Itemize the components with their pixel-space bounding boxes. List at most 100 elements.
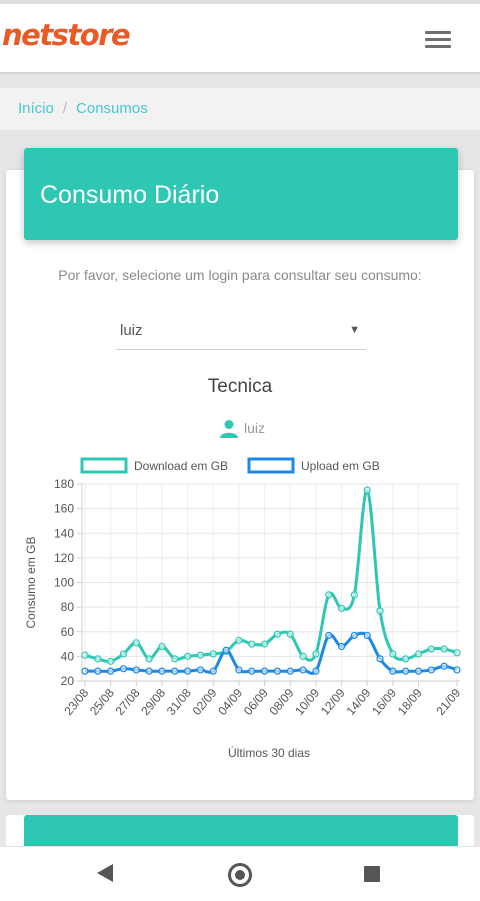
data-point-upload [171,667,179,675]
data-point-download [184,652,192,660]
x-tick-label: 18/09 [395,686,425,718]
login-select[interactable]: luiz ▼ [116,314,366,350]
data-point-download [158,642,166,651]
data-point-download [260,640,269,648]
x-tick-label: 16/09 [369,686,399,718]
data-point-download [389,650,397,658]
y-tick-label: 60 [61,625,75,639]
breadcrumb-inicio-link[interactable]: Início [18,100,54,117]
data-point-upload [350,631,358,640]
data-point-upload [414,667,423,675]
data-point-upload [184,667,192,675]
x-tick-label: 10/09 [292,686,322,718]
data-point-download [312,650,320,658]
data-point-upload [132,666,140,674]
data-point-upload [363,631,371,640]
x-tick-label: 02/09 [190,686,220,718]
data-point-download [94,655,102,663]
data-point-download [107,657,115,665]
y-tick-label: 180 [54,477,74,491]
x-axis-label: Últimos 30 dias [228,745,310,760]
chart-title: Tecnica [207,376,273,397]
data-point-upload [235,666,243,674]
data-point-upload [337,642,346,651]
legend-label-upload: Upload em GB [301,459,380,473]
recent-apps-icon[interactable] [364,866,380,882]
data-point-download [440,645,448,653]
card-title: Consumo Diário [40,181,220,209]
breadcrumb-separator: / [62,100,68,117]
x-tick-label: 27/08 [113,686,143,718]
data-point-download [171,655,179,663]
data-point-download [119,650,128,658]
x-tick-label: 04/09 [215,686,245,718]
data-point-download [273,630,282,638]
data-point-download [132,639,140,647]
data-point-upload [248,667,256,675]
data-point-download [81,651,89,659]
data-point-upload [145,667,153,675]
data-point-upload [81,667,89,675]
y-tick-label: 120 [54,551,74,565]
data-point-download [235,636,243,644]
menu-line [425,31,451,34]
chart-user-name: luiz [244,420,266,436]
legend-label-download: Download em GB [134,459,228,473]
data-point-upload [453,666,461,674]
menu-line [425,45,451,48]
data-point-download [325,591,333,599]
data-point-upload [196,666,205,674]
data-point-upload [427,666,435,674]
data-point-download [402,655,410,663]
data-point-upload [286,667,294,675]
x-tick-label: 23/08 [61,686,91,718]
home-icon[interactable] [228,863,252,887]
card-header: Consumo Diário [24,148,458,240]
back-icon[interactable] [97,864,113,882]
x-tick-label: 21/09 [433,686,463,718]
data-point-upload [119,665,128,673]
data-point-upload [299,666,307,674]
x-tick-label: 29/08 [138,686,168,718]
android-navigation-bar [0,846,480,901]
login-select-value: luiz [120,322,143,339]
data-point-upload [107,667,115,675]
menu-line [425,38,451,41]
data-point-download [350,591,358,599]
netstore-logo[interactable]: netstore [2,18,131,52]
data-point-upload [402,667,410,675]
x-tick-label: 06/09 [241,686,271,718]
data-point-download [414,650,423,658]
data-point-upload [273,667,282,675]
data-point-download [209,650,217,658]
data-point-download [453,649,461,657]
breadcrumb: Início / Consumos [0,88,480,130]
consumption-line-chart: 20 40 60 80 100 120 140 160 180 23/0825/0827/0829… [24,457,464,760]
data-point-download [427,645,435,653]
caret-down-icon: ▼ [349,324,360,336]
data-point-upload [325,631,333,640]
y-tick-label: 160 [54,502,74,516]
data-point-download [376,607,384,615]
person-icon [220,420,238,438]
x-tick-label: 31/08 [164,686,194,718]
breadcrumb-consumos-link[interactable]: Consumos [76,100,148,117]
data-point-download [196,651,205,659]
data-point-download [145,655,153,663]
y-tick-label: 20 [61,674,75,688]
top-app-bar: netstore [0,0,480,72]
hamburger-menu-icon[interactable] [418,24,458,56]
legend-swatch-download [80,457,128,474]
data-point-upload [440,662,448,670]
y-axis-label: Consumo em GB [24,536,38,628]
y-tick-label: 40 [61,649,75,663]
data-point-upload [158,667,166,675]
data-point-upload [209,667,217,675]
y-tick-label: 140 [54,526,74,540]
y-tick-label: 100 [54,576,74,590]
data-point-upload [389,667,397,675]
data-point-download [363,486,371,494]
data-point-upload [376,655,384,663]
data-point-download [286,630,294,638]
data-point-upload [222,646,230,654]
